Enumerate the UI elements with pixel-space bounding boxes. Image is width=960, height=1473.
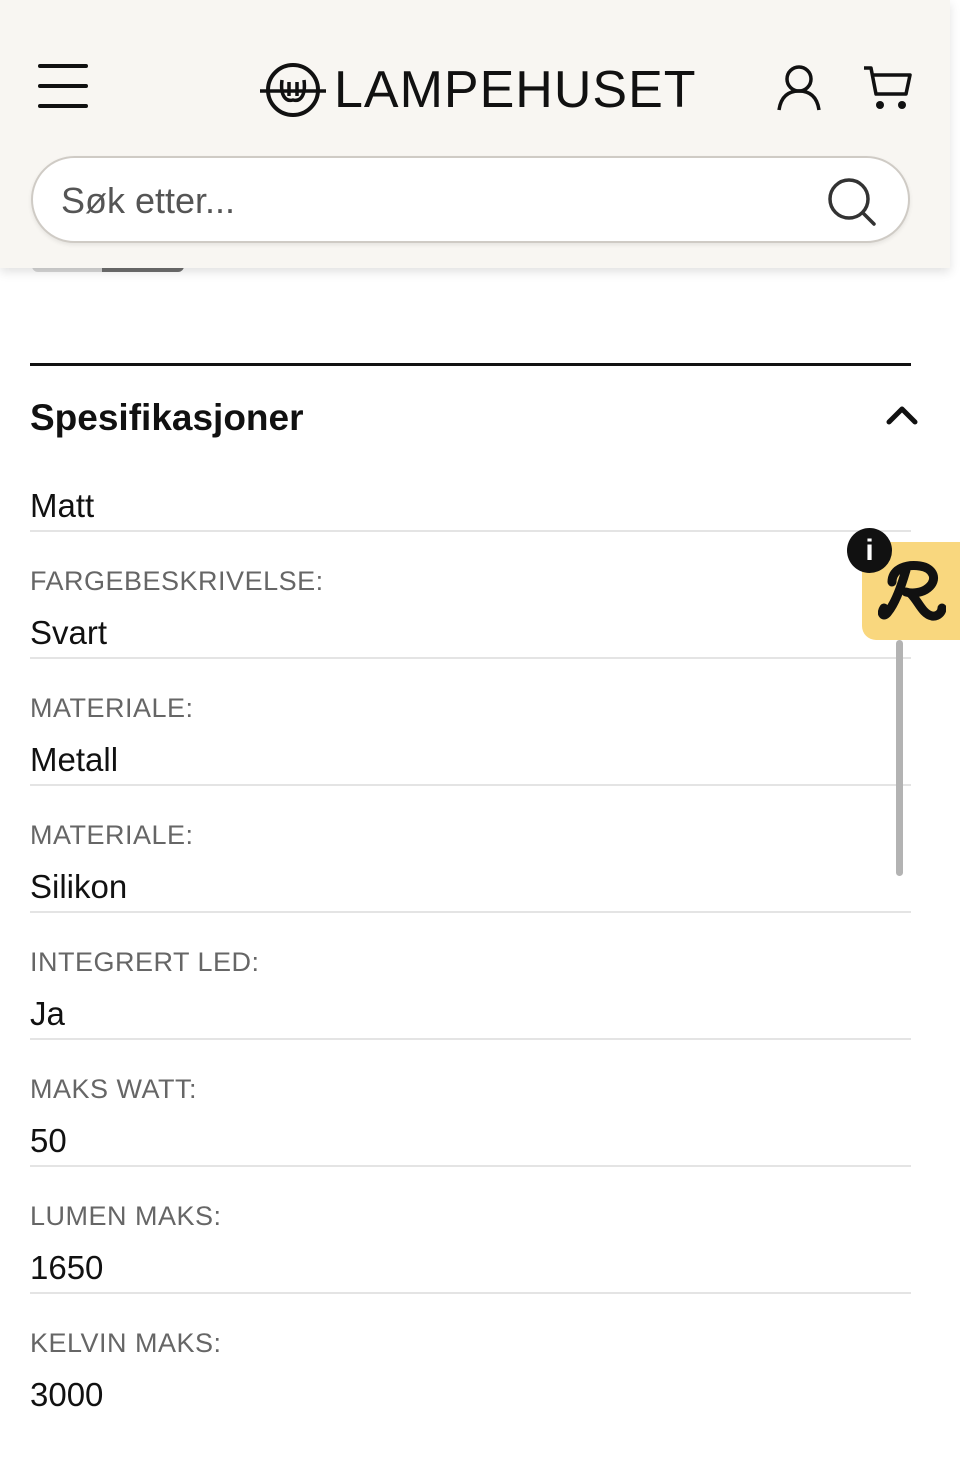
search-icon[interactable] bbox=[826, 176, 878, 228]
hamburger-menu-icon[interactable] bbox=[36, 62, 92, 112]
lampehuset-logo-icon bbox=[260, 63, 326, 117]
spec-label: MAKS WATT: bbox=[30, 1074, 197, 1104]
site-header: LAMPEHUSET bbox=[0, 0, 950, 268]
scrollbar[interactable] bbox=[896, 640, 903, 876]
spec-row: INTEGRERT LED: Ja bbox=[30, 913, 911, 1040]
menu-bar bbox=[38, 104, 88, 108]
info-glyph: i bbox=[865, 533, 874, 567]
spec-row: MATERIALE: Metall bbox=[30, 659, 911, 786]
spec-label: KELVIN MAKS: bbox=[30, 1328, 222, 1358]
section-divider bbox=[30, 363, 911, 366]
spec-label: INTEGRERT LED: bbox=[30, 947, 260, 977]
shopping-cart-icon[interactable] bbox=[862, 64, 912, 112]
script-r-logo bbox=[878, 561, 946, 621]
search-input[interactable] bbox=[61, 176, 821, 226]
spec-value: Matt bbox=[30, 487, 95, 524]
spec-value: Svart bbox=[30, 614, 108, 651]
menu-bar bbox=[38, 64, 88, 68]
brand-name: LAMPEHUSET bbox=[334, 61, 697, 119]
spec-row: KELVIN MAKS: 3000 bbox=[30, 1294, 911, 1412]
spec-value: 3000 bbox=[30, 1376, 104, 1412]
brand-logo[interactable]: LAMPEHUSET bbox=[260, 60, 697, 120]
spec-row: FARGEBESKRIVELSE: Svart bbox=[30, 532, 911, 659]
spec-row: MATERIALE: Silikon bbox=[30, 786, 911, 913]
search-bar bbox=[31, 156, 910, 243]
info-icon[interactable]: i bbox=[847, 528, 892, 573]
chevron-up-icon[interactable] bbox=[886, 404, 918, 426]
specifications-toggle[interactable]: Spesifikasjoner bbox=[30, 392, 920, 444]
menu-bar bbox=[38, 84, 88, 88]
spec-row: MAKS WATT: 50 bbox=[30, 1040, 911, 1167]
spec-label: MATERIALE: bbox=[30, 820, 194, 850]
spec-label: MATERIALE: bbox=[30, 693, 194, 723]
spec-row: LUMEN MAKS: 1650 bbox=[30, 1167, 911, 1294]
spec-value: Ja bbox=[30, 995, 65, 1032]
spec-value: Silikon bbox=[30, 868, 128, 905]
spec-row: Matt bbox=[30, 462, 911, 532]
user-icon[interactable] bbox=[776, 64, 822, 112]
spec-value: Metall bbox=[30, 741, 119, 778]
spec-label: FARGEBESKRIVELSE: bbox=[30, 566, 324, 596]
specifications-list: Matt FARGEBESKRIVELSE: Svart MATERIALE: … bbox=[30, 462, 911, 1412]
specifications-title: Spesifikasjoner bbox=[30, 397, 304, 438]
spec-label: LUMEN MAKS: bbox=[30, 1201, 222, 1231]
spec-value: 1650 bbox=[30, 1249, 104, 1286]
spec-value: 50 bbox=[30, 1122, 67, 1159]
